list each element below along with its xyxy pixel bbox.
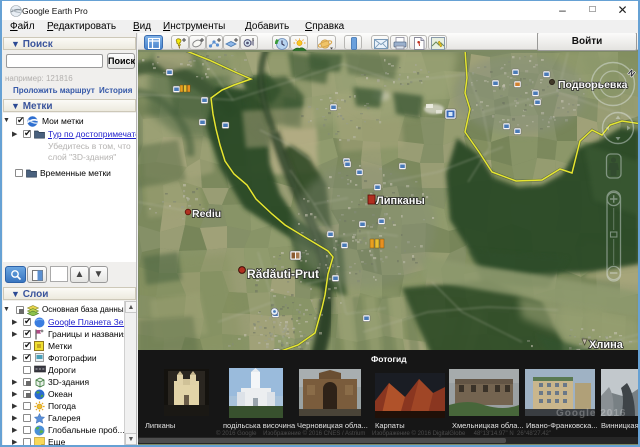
svg-text:Липканы: Липканы bbox=[376, 195, 425, 207]
svg-text:Rediu: Rediu bbox=[192, 208, 221, 220]
svg-text:Rădăuti-Prut: Rădăuti-Prut bbox=[247, 267, 319, 281]
